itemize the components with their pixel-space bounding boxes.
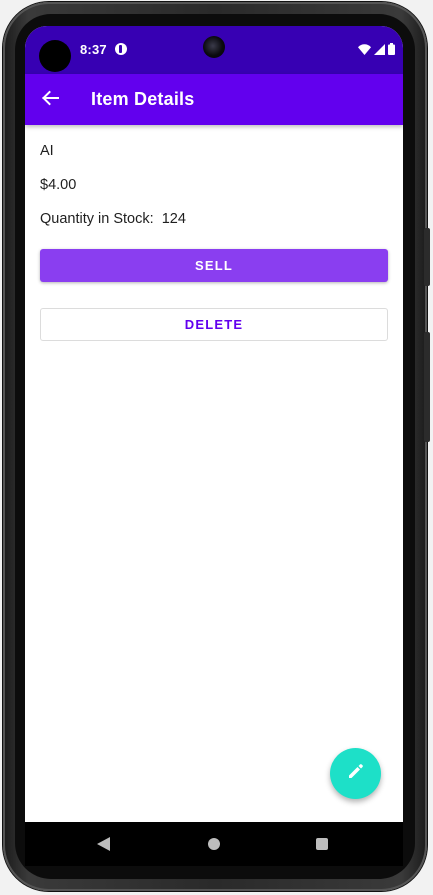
- screen: 8:37 Item Details AI $4.00 Quantity in S…: [25, 26, 403, 866]
- volume-button: [424, 228, 430, 286]
- item-price: $4.00: [40, 177, 77, 193]
- front-camera: [203, 36, 225, 58]
- delete-button[interactable]: DELETE: [40, 308, 388, 341]
- edit-pencil-icon: [347, 762, 365, 785]
- battery-icon: [388, 43, 395, 55]
- nav-home-icon[interactable]: [208, 838, 220, 850]
- system-nav-bar: [25, 822, 403, 866]
- status-bar: 8:37: [25, 26, 403, 74]
- status-time: 8:37: [80, 42, 107, 57]
- edit-item-fab[interactable]: [330, 748, 381, 799]
- back-button[interactable]: [35, 85, 65, 115]
- app-bar: Item Details: [25, 74, 403, 125]
- item-name: AI: [40, 143, 54, 159]
- wifi-icon: [358, 43, 371, 55]
- cell-signal-icon: [374, 43, 385, 55]
- item-stock: Quantity in Stock: 124: [40, 211, 186, 227]
- punch-hole: [39, 40, 71, 72]
- nav-recents-icon[interactable]: [316, 838, 328, 850]
- sell-button[interactable]: SELL: [40, 249, 388, 282]
- nav-back-icon[interactable]: [97, 837, 110, 856]
- app-notification-icon: [115, 43, 127, 55]
- arrow-back-icon: [41, 90, 59, 111]
- status-icons: [358, 43, 395, 55]
- page-title: Item Details: [91, 89, 195, 109]
- power-button: [424, 332, 430, 442]
